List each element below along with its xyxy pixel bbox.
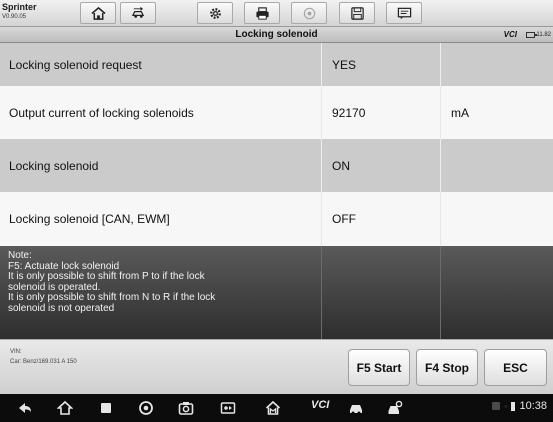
save-button[interactable] — [339, 2, 375, 24]
status-area: ◦ 10:38 — [492, 400, 547, 412]
message-icon — [397, 7, 411, 19]
diagnostic-home-icon — [265, 400, 281, 415]
row-value: ON — [321, 139, 440, 192]
table-row[interactable]: Locking solenoid request YES — [0, 43, 553, 86]
table-row[interactable]: Locking solenoid ON — [0, 139, 553, 192]
home-icon — [90, 6, 106, 20]
back-arrow-icon — [19, 403, 31, 413]
app-version: V0.90.05 — [2, 14, 27, 20]
title-bar: Locking solenoid VCI 11.82 — [0, 27, 553, 43]
note-value-cell — [321, 246, 440, 339]
row-unit — [440, 192, 553, 246]
message-button[interactable] — [386, 2, 422, 24]
browser-button[interactable] — [138, 400, 154, 416]
note-line: solenoid is not operated — [8, 302, 115, 314]
vci-status: VCI — [503, 30, 517, 39]
vehicle-button[interactable] — [348, 400, 364, 416]
row-value: 92170 — [321, 86, 440, 139]
settings-button[interactable] — [197, 2, 233, 24]
f4-stop-button[interactable]: F4 Stop — [416, 349, 478, 386]
note-text: Note: F5: Actuate lock solenoid It is on… — [0, 246, 321, 339]
row-unit — [440, 139, 553, 192]
battery-status: 11.82 — [526, 30, 551, 40]
settings-icon — [209, 7, 221, 19]
vehicle-swap-button[interactable] — [120, 2, 156, 24]
car-icon — [350, 405, 362, 415]
action-bar: VIN: Car: Benz/169.031 A 150 F5 Start F4… — [0, 339, 553, 394]
note-unit-cell — [440, 246, 553, 339]
clock: 10:38 — [519, 400, 547, 412]
row-name: Locking solenoid — [9, 158, 99, 173]
system-nav-bar: VCI ◦ 10:38 — [0, 394, 553, 422]
print-button[interactable] — [244, 2, 280, 24]
row-name: Output current of locking solenoids — [9, 105, 194, 120]
camera-button[interactable] — [178, 400, 194, 416]
f5-start-button[interactable]: F5 Start — [348, 349, 410, 386]
battery-icon — [526, 32, 538, 38]
screen-record-button[interactable] — [220, 400, 236, 416]
esc-button[interactable]: ESC — [484, 349, 547, 386]
vehicle-swap-icon — [131, 6, 144, 18]
app-name: Sprinter — [2, 2, 37, 12]
page-title: Locking solenoid — [235, 29, 318, 40]
vci-nav-label[interactable]: VCI — [311, 399, 329, 411]
vehicle-settings-button[interactable] — [387, 400, 403, 416]
row-name: Locking solenoid [CAN, EWM] — [9, 212, 170, 226]
note-line: It is only possible to shift from N to R… — [8, 292, 216, 303]
back-button[interactable] — [17, 400, 33, 416]
battery-voltage: 11.82 — [536, 32, 551, 38]
recent-apps-icon — [101, 403, 111, 413]
note-panel: Note: F5: Actuate lock solenoid It is on… — [0, 246, 553, 339]
top-toolbar: Sprinter V0.90.05 — [0, 0, 553, 27]
browser-icon — [139, 401, 153, 415]
home-button[interactable] — [80, 2, 116, 24]
table-row[interactable]: Output current of locking solenoids 9217… — [0, 86, 553, 139]
battery-level-icon — [511, 401, 516, 411]
home-nav-icon — [57, 400, 73, 415]
row-value: YES — [321, 43, 440, 86]
save-icon — [350, 6, 364, 20]
help-button[interactable] — [291, 2, 327, 24]
help-icon — [303, 7, 315, 19]
car-label: Car: Benz/169.031 A 150 — [10, 359, 77, 365]
diagnostic-home-button[interactable] — [265, 400, 281, 416]
recent-apps-button[interactable] — [98, 400, 114, 416]
table-row[interactable]: Locking solenoid [CAN, EWM] OFF — [0, 192, 553, 246]
row-unit — [440, 43, 553, 86]
print-icon — [255, 6, 269, 20]
vin-label: VIN: — [10, 349, 22, 355]
row-unit: mA — [440, 86, 553, 139]
signal-icon: ◦ — [504, 401, 508, 411]
car-settings-icon — [388, 400, 403, 414]
note-line: It is only possible to shift from P to i… — [8, 271, 205, 282]
note-line: Note: — [8, 250, 32, 261]
app-info: Sprinter V0.90.05 — [2, 2, 46, 24]
wifi-icon — [492, 402, 501, 410]
home-nav-button[interactable] — [57, 400, 73, 416]
screen-record-icon — [220, 402, 236, 414]
row-value: OFF — [321, 192, 440, 246]
row-name: Locking solenoid request — [9, 57, 142, 72]
camera-icon — [178, 402, 194, 415]
